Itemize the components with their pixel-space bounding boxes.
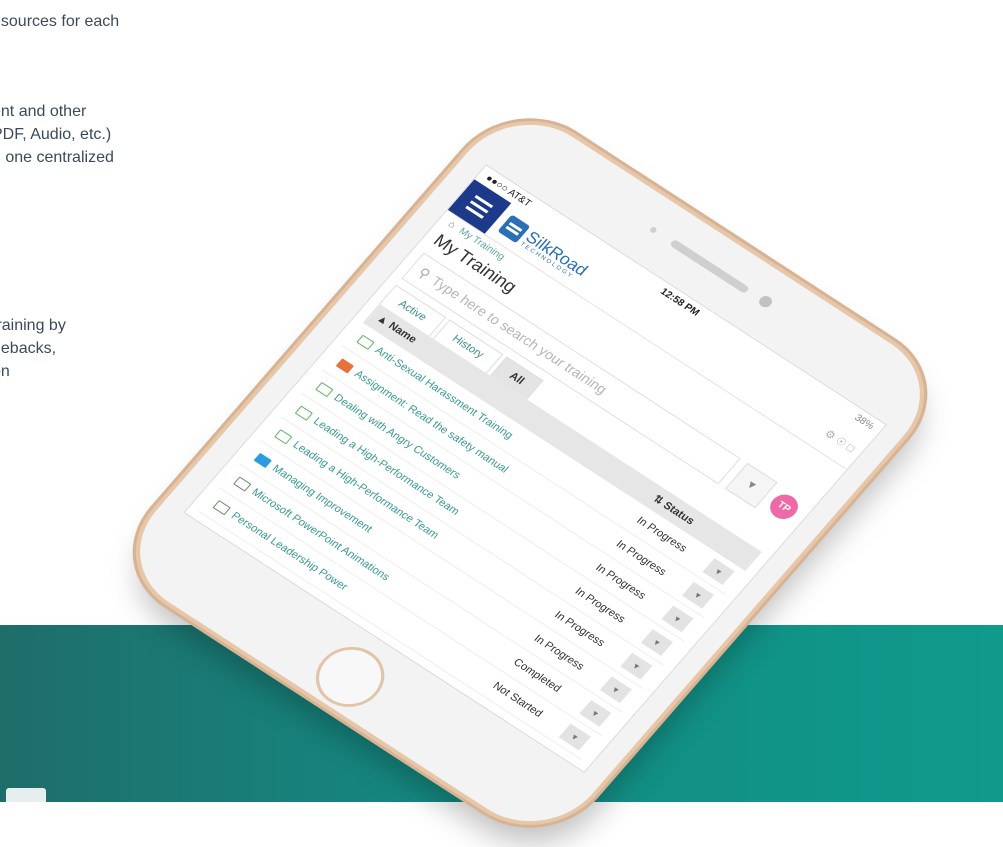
marketing-copy: training by gebacks, on g xyxy=(0,314,66,406)
course-icon xyxy=(274,429,293,445)
home-icon[interactable]: ⌂ xyxy=(446,219,458,231)
copy-line: g xyxy=(0,383,66,406)
chevron-down-icon: ▼ xyxy=(568,731,582,743)
chevron-down-icon: ▼ xyxy=(630,660,643,672)
chevron-down-icon: ▼ xyxy=(671,613,684,625)
chevron-down-icon: ▼ xyxy=(712,565,725,578)
copy-line: training by xyxy=(0,317,66,334)
media-icon xyxy=(253,452,272,469)
chevron-down-icon: ▼ xyxy=(588,707,602,719)
marketing-copy: esources for each xyxy=(0,10,119,33)
copy-line: gebacks, xyxy=(0,340,57,357)
course-icon xyxy=(356,334,375,350)
copy-line: n one centralized xyxy=(0,149,114,166)
assignment-icon xyxy=(335,358,355,374)
footer-logo-fragment xyxy=(6,788,46,802)
course-icon xyxy=(233,476,252,492)
course-icon xyxy=(315,381,334,398)
chevron-down-icon: ▼ xyxy=(609,684,623,696)
header-status-icons: ⚙ ☉ □ xyxy=(822,427,858,455)
chevron-down-icon: ▼ xyxy=(691,589,705,601)
filter-icon: ▼ xyxy=(742,478,760,494)
course-icon xyxy=(294,405,314,421)
avatar[interactable]: TP xyxy=(764,489,804,524)
marketing-copy: ent and other PDF, Audio, etc.) n one ce… xyxy=(0,100,114,169)
chevron-down-icon: ▼ xyxy=(650,636,664,649)
copy-line: PDF, Audio, etc.) xyxy=(0,126,112,143)
course-icon xyxy=(212,500,231,516)
copy-line: ent and other xyxy=(0,103,87,120)
copy-line: on xyxy=(0,363,10,380)
copy-line: esources for each xyxy=(0,13,120,30)
